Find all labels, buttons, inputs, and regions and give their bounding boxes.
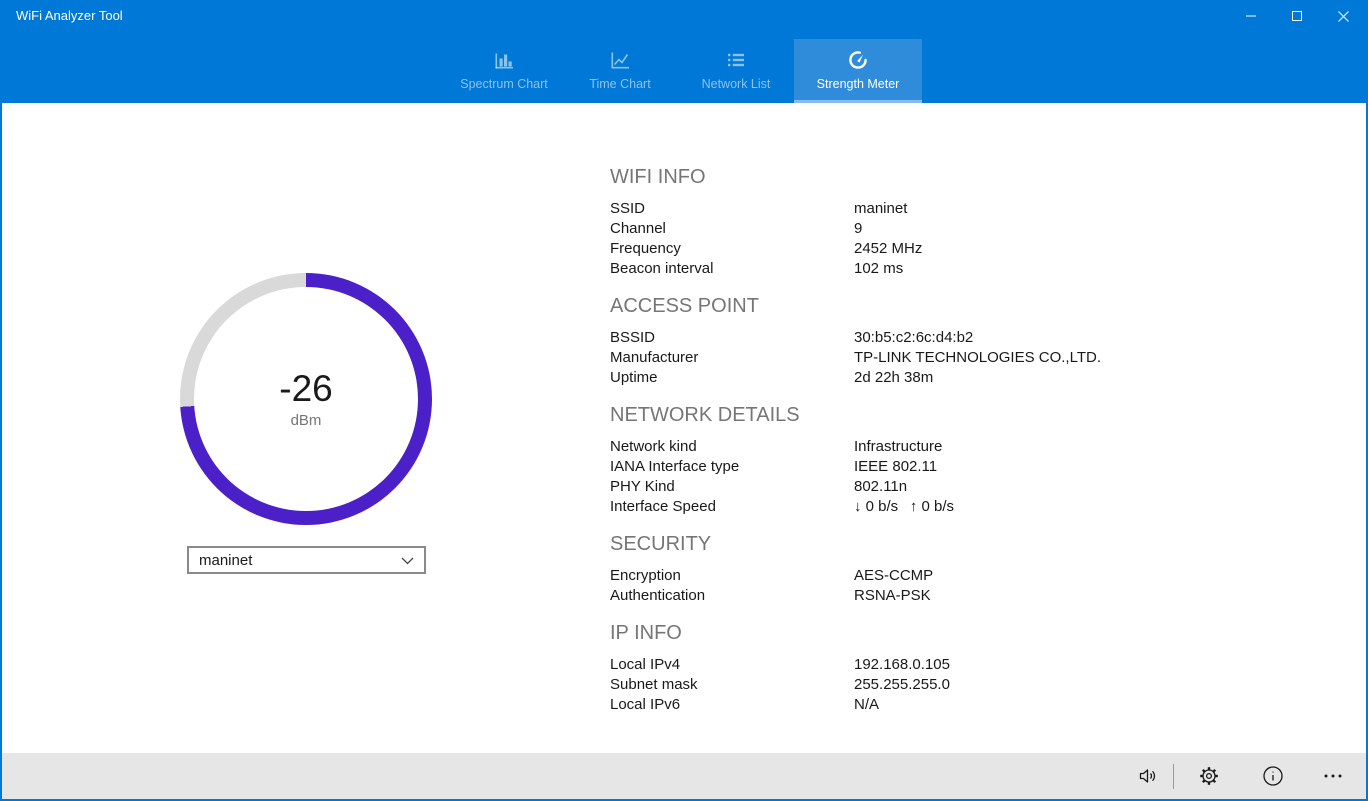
section-ip-info: IP INFO Local IPv4 192.168.0.105 Subnet … xyxy=(610,622,1170,715)
section-access-point: ACCESS POINT BSSID 30:b5:c2:6c:d4:b2 Man… xyxy=(610,295,1170,388)
info-icon xyxy=(1262,765,1284,787)
network-select-dropdown[interactable]: maninet xyxy=(187,546,426,574)
section-title: SECURITY xyxy=(610,533,1170,555)
info-row: Manufacturer TP-LINK TECHNOLOGIES CO.,LT… xyxy=(610,348,1170,368)
network-select-value: maninet xyxy=(199,552,252,569)
info-row: BSSID 30:b5:c2:6c:d4:b2 xyxy=(610,328,1170,348)
signal-strength-gauge: -26 dBm xyxy=(180,273,432,525)
info-row: Channel 9 xyxy=(610,219,1170,239)
tab-label: Network List xyxy=(702,77,771,91)
minimize-icon xyxy=(1246,11,1256,21)
info-row: Subnet mask 255.255.255.0 xyxy=(610,675,1170,695)
info-row: SSID maninet xyxy=(610,199,1170,219)
close-icon xyxy=(1338,11,1349,22)
window-controls xyxy=(1228,0,1366,32)
list-icon xyxy=(725,48,747,72)
app-title: WiFi Analyzer Tool xyxy=(16,8,123,23)
gauge-unit: dBm xyxy=(291,412,322,429)
maximize-icon xyxy=(1292,11,1302,21)
settings-button[interactable] xyxy=(1186,753,1232,799)
section-title: NETWORK DETAILS xyxy=(610,404,1170,426)
more-button[interactable] xyxy=(1310,753,1356,799)
info-row: Encryption AES-CCMP xyxy=(610,566,1170,586)
tab-network-list[interactable]: Network List xyxy=(678,39,794,103)
command-bar xyxy=(2,753,1366,799)
tab-bar: Spectrum Chart Time Chart xyxy=(446,39,922,103)
section-title: IP INFO xyxy=(610,622,1170,644)
section-title: ACCESS POINT xyxy=(610,295,1170,317)
section-security: SECURITY Encryption AES-CCMP Authenticat… xyxy=(610,533,1170,606)
info-panel: WIFI INFO SSID maninet Channel 9 Frequen… xyxy=(610,166,1170,731)
info-row: Interface Speed ↓ 0 b/s ↑ 0 b/s xyxy=(610,497,1170,517)
app-window: WiFi Analyzer Tool xyxy=(0,0,1368,801)
tab-label: Strength Meter xyxy=(817,77,900,91)
tab-label: Spectrum Chart xyxy=(460,77,548,91)
gear-icon xyxy=(1198,765,1220,787)
info-row: Local IPv4 192.168.0.105 xyxy=(610,655,1170,675)
info-row: Network kind Infrastructure xyxy=(610,437,1170,457)
close-button[interactable] xyxy=(1320,0,1366,32)
title-bar: WiFi Analyzer Tool xyxy=(2,0,1366,32)
section-title: WIFI INFO xyxy=(610,166,1170,188)
info-row: Frequency 2452 MHz xyxy=(610,239,1170,259)
section-wifi-info: WIFI INFO SSID maninet Channel 9 Frequen… xyxy=(610,166,1170,279)
interface-speed-value: ↓ 0 b/s ↑ 0 b/s xyxy=(854,497,954,517)
ellipsis-icon xyxy=(1322,765,1344,787)
info-row: Uptime 2d 22h 38m xyxy=(610,368,1170,388)
minimize-button[interactable] xyxy=(1228,0,1274,32)
tab-label: Time Chart xyxy=(589,77,650,91)
section-network-details: NETWORK DETAILS Network kind Infrastruct… xyxy=(610,404,1170,517)
chevron-down-icon xyxy=(401,552,414,569)
info-row: Authentication RSNA-PSK xyxy=(610,586,1170,606)
line-chart-icon xyxy=(609,48,631,72)
volume-button[interactable] xyxy=(1125,753,1171,799)
tab-time-chart[interactable]: Time Chart xyxy=(562,39,678,103)
gauge-icon xyxy=(847,48,869,72)
info-row: Local IPv6 N/A xyxy=(610,695,1170,715)
speaker-icon xyxy=(1137,765,1159,787)
info-row: PHY Kind 802.11n xyxy=(610,477,1170,497)
tab-spectrum-chart[interactable]: Spectrum Chart xyxy=(446,39,562,103)
gauge-value: -26 xyxy=(279,369,332,409)
info-row: Beacon interval 102 ms xyxy=(610,259,1170,279)
tab-strength-meter[interactable]: Strength Meter xyxy=(794,39,922,103)
maximize-button[interactable] xyxy=(1274,0,1320,32)
info-button[interactable] xyxy=(1250,753,1296,799)
gauge-text: -26 dBm xyxy=(180,273,432,525)
info-row: IANA Interface type IEEE 802.11 xyxy=(610,457,1170,477)
command-bar-divider xyxy=(1173,764,1174,789)
header: WiFi Analyzer Tool xyxy=(2,0,1366,103)
main-content: -26 dBm maninet WIFI INFO SSID maninet C… xyxy=(2,103,1366,751)
bar-chart-icon xyxy=(493,48,515,72)
